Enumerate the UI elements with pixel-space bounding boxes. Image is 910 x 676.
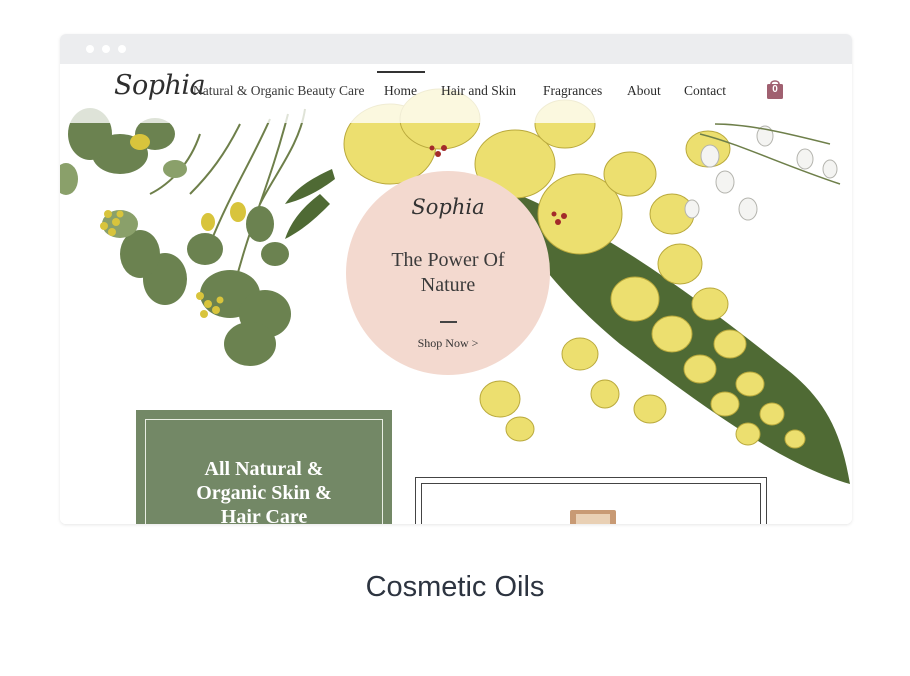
site-header: Sophia Natural & Organic Beauty Care Hom…	[60, 64, 852, 123]
active-nav-indicator	[377, 71, 425, 73]
hero-logo: Sophia	[411, 195, 485, 219]
nav-about[interactable]: About	[627, 83, 661, 99]
cart-count: 0	[772, 84, 778, 95]
hero-title: The Power Of Nature	[391, 249, 505, 296]
site-tagline: Natural & Organic Beauty Care	[193, 83, 365, 98]
nav-fragrances[interactable]: Fragrances	[543, 83, 602, 99]
nav-hair-and-skin[interactable]: Hair and Skin	[441, 83, 516, 99]
hero-divider	[440, 321, 457, 323]
feature-title: All Natural & Organic Skin & Hair Care	[196, 458, 332, 524]
template-caption: Cosmetic Oils	[365, 571, 545, 603]
shop-now-link[interactable]: Shop Now >	[346, 336, 550, 351]
website-viewport: Sophia Natural & Organic Beauty Care Hom…	[60, 64, 852, 524]
nav-contact[interactable]: Contact	[684, 83, 726, 99]
window-dot	[118, 45, 126, 53]
nav-home[interactable]: Home	[384, 83, 417, 99]
shopping-bag-icon[interactable]: 0	[766, 78, 784, 100]
browser-window: Sophia Natural & Organic Beauty Care Hom…	[60, 34, 852, 524]
product-frame	[415, 477, 767, 524]
window-dot	[86, 45, 94, 53]
oil-bottle-image	[570, 510, 616, 524]
window-dot	[102, 45, 110, 53]
feature-box: All Natural & Organic Skin & Hair Care	[136, 410, 392, 524]
browser-chrome	[60, 34, 852, 64]
site-logo[interactable]: Sophia	[114, 70, 206, 101]
hero-circle: Sophia The Power Of Nature Shop Now >	[346, 171, 550, 375]
